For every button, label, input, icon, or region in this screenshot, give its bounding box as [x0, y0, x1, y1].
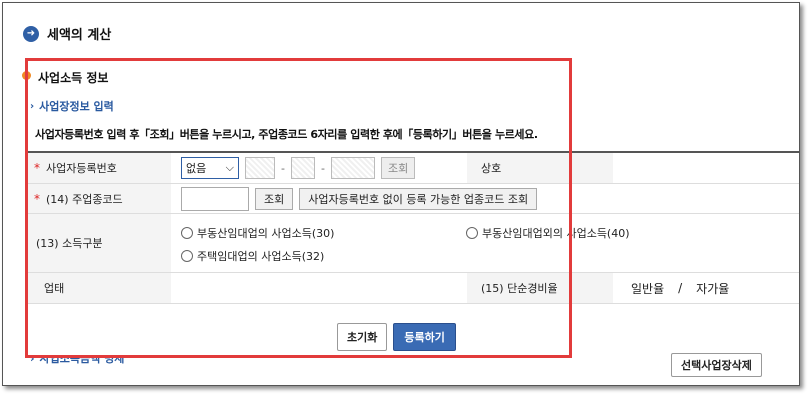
rate-separator: /	[678, 281, 683, 295]
company-value	[613, 153, 799, 183]
rate-general: 일반율	[631, 281, 665, 296]
rate-self: 자가율	[696, 281, 730, 296]
delete-workplace-button[interactable]: 선택사업장삭제	[671, 353, 762, 377]
window-frame: ➜ 세액의 계산 사업소득 정보 › 사업장정보 입력 사업자등록번호 입력 후…	[2, 2, 800, 386]
arrow-circle-icon: ➜	[23, 25, 39, 42]
section-title: 세액의 계산	[47, 28, 112, 43]
highlight-box	[25, 58, 572, 358]
expense-rate-cell: 일반율 / 자가율	[613, 273, 799, 303]
section-header: ➜ 세액의 계산	[23, 24, 111, 43]
